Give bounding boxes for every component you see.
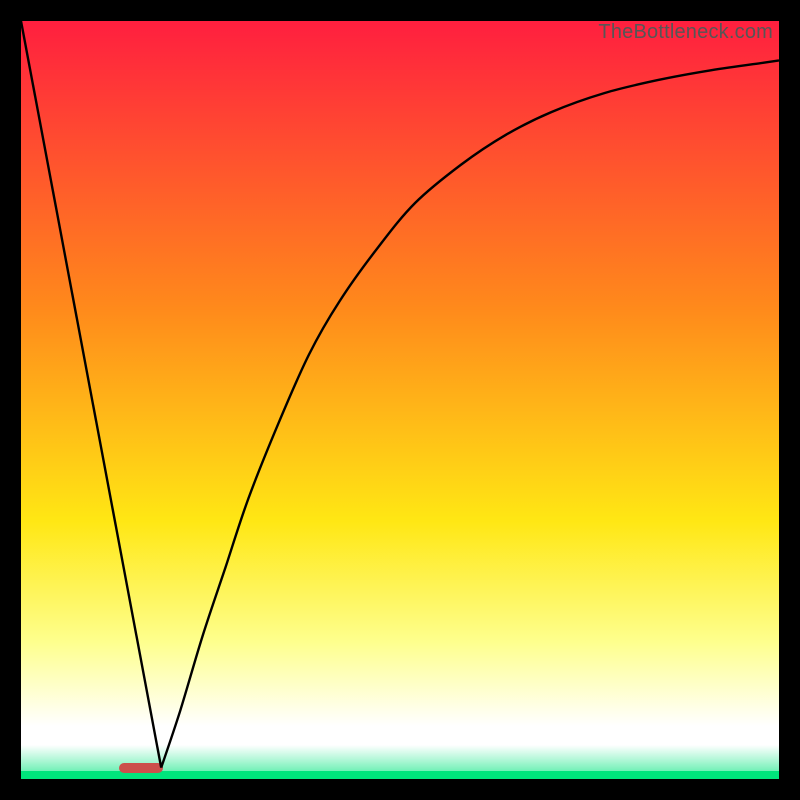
curve-svg [21,21,779,779]
plot-area: TheBottleneck.com [21,21,779,779]
curve-left-line [21,21,161,768]
outer-frame: TheBottleneck.com [0,0,800,800]
watermark-text: TheBottleneck.com [598,21,773,44]
curve-right [161,60,779,767]
